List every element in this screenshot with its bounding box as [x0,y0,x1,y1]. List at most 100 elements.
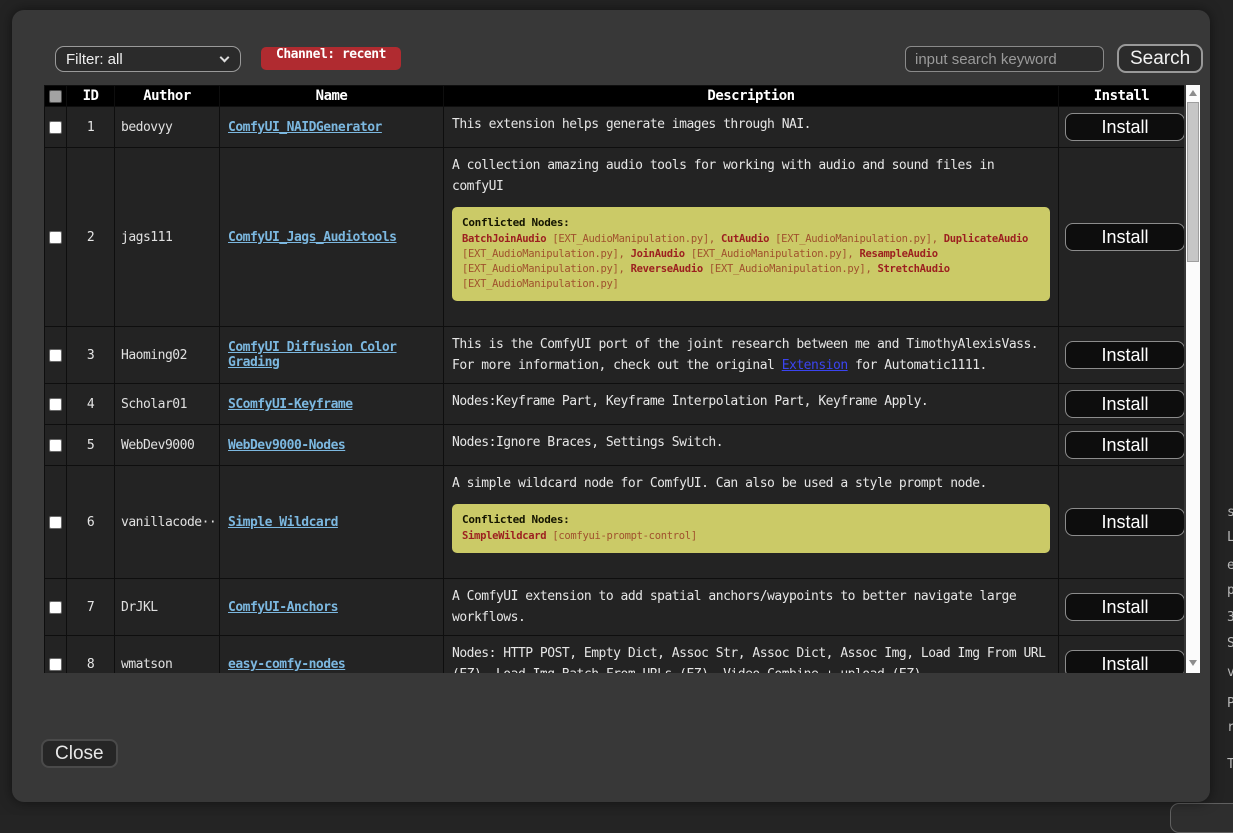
select-all-checkbox[interactable] [49,90,62,103]
row-checkbox-cell [45,148,67,327]
extension-name-link[interactable]: ComfyUI_Jags_Audiotools [228,230,397,245]
background-text-fragment: S [1227,636,1233,651]
select-all-cell [45,86,67,107]
conflict-title: Conflicted Nodes: [462,512,1040,527]
row-description: Nodes:Keyframe Part, Keyframe Interpolat… [444,384,1059,425]
background-text-fragment: 3 [1227,610,1233,625]
row-name-cell: ComfyUI Diffusion Color Grading [220,327,444,384]
row-id: 7 [67,579,115,636]
conflict-source-file: [comfyui-prompt-control] [546,530,697,542]
row-checkbox-cell [45,579,67,636]
row-checkbox-cell [45,466,67,579]
table-row: 8wmatsoneasy-comfy-nodesNodes: HTTP POST… [45,636,1185,674]
background-text-fragment: p [1227,583,1233,598]
scrollbar-thumb[interactable] [1187,102,1199,262]
background-partial-button[interactable] [1170,803,1233,833]
scroll-down-button[interactable] [1186,657,1200,670]
conflict-node-name: StretchAudio [878,263,950,275]
table-row: 5WebDev9000WebDev9000-NodesNodes:Ignore … [45,425,1185,466]
install-button[interactable]: Install [1065,390,1184,418]
row-install-cell: Install [1059,384,1185,425]
conflict-node-name: SimpleWildcard [462,530,546,542]
conflict-node-name: ReverseAudio [631,263,703,275]
conflict-list: BatchJoinAudio [EXT_AudioManipulation.py… [462,232,1040,292]
row-author: WebDev9000 [115,425,220,466]
conflict-source-file: [EXT_AudioManipulation.py] [462,278,619,290]
extension-name-link[interactable]: ComfyUI_NAIDGenerator [228,120,382,135]
conflict-source-file: [EXT_AudioManipulation.py], [685,248,860,260]
row-author: Haoming02 [115,327,220,384]
custom-nodes-dialog: Filter: all Channel: recent Search ID Au… [12,10,1210,802]
install-button[interactable]: Install [1065,431,1184,459]
table-row: 6vanillacode···Simple WildcardA simple w… [45,466,1185,579]
conflict-source-file: [EXT_AudioManipulation.py], [462,263,631,275]
row-checkbox[interactable] [49,349,62,362]
row-checkbox[interactable] [49,121,62,134]
conflict-list: SimpleWildcard [comfyui-prompt-control] [462,529,1040,544]
search-input[interactable] [905,46,1104,72]
row-name-cell: WebDev9000-Nodes [220,425,444,466]
table-row: 4Scholar01SComfyUI-KeyframeNodes:Keyfram… [45,384,1185,425]
conflict-node-name: DuplicateAudio [944,233,1028,245]
row-checkbox-cell [45,327,67,384]
row-name-cell: easy-comfy-nodes [220,636,444,674]
install-button[interactable]: Install [1065,113,1184,141]
row-install-cell: Install [1059,579,1185,636]
row-name-cell: Simple Wildcard [220,466,444,579]
row-checkbox[interactable] [49,398,62,411]
close-button[interactable]: Close [41,739,118,768]
row-id: 1 [67,107,115,148]
row-id: 4 [67,384,115,425]
filter-select[interactable]: Filter: all [55,46,241,72]
description-link[interactable]: Extension [782,358,848,373]
row-checkbox[interactable] [49,439,62,452]
row-id: 2 [67,148,115,327]
search-button[interactable]: Search [1117,44,1203,73]
conflicted-nodes-warning: Conflicted Nodes: SimpleWildcard [comfyui… [452,504,1050,553]
row-author: jags111 [115,148,220,327]
extension-name-link[interactable]: Simple Wildcard [228,515,338,530]
row-checkbox[interactable] [49,231,62,244]
row-checkbox-cell [45,384,67,425]
extension-table: ID Author Name Description Install 1bedo… [44,85,1200,673]
install-button[interactable]: Install [1065,341,1184,369]
row-name-cell: ComfyUI_NAIDGenerator [220,107,444,148]
background-text-fragment: e [1227,558,1233,573]
table-scroll-area[interactable]: ID Author Name Description Install 1bedo… [44,85,1184,673]
col-header-install: Install [1059,86,1185,107]
row-checkbox[interactable] [49,601,62,614]
install-button[interactable]: Install [1065,593,1184,621]
row-description: A simple wildcard node for ComfyUI. Can … [444,466,1059,579]
row-install-cell: Install [1059,107,1185,148]
table-row: 2jags111ComfyUI_Jags_AudiotoolsA collect… [45,148,1185,327]
extension-name-link[interactable]: ComfyUI-Anchors [228,600,338,615]
extension-name-link[interactable]: ComfyUI Diffusion Color Grading [228,340,397,370]
row-checkbox[interactable] [49,658,62,671]
install-button[interactable]: Install [1065,508,1184,536]
background-text-fragment: r [1227,720,1233,735]
row-install-cell: Install [1059,466,1185,579]
install-button[interactable]: Install [1065,223,1184,251]
install-button[interactable]: Install [1065,650,1184,673]
extension-name-link[interactable]: easy-comfy-nodes [228,657,345,672]
col-header-name: Name [220,86,444,107]
row-description: Nodes: HTTP POST, Empty Dict, Assoc Str,… [444,636,1059,674]
row-checkbox[interactable] [49,516,62,529]
scrollbar-track[interactable] [1186,85,1200,673]
table-row: 7DrJKLComfyUI-AnchorsA ComfyUI extension… [45,579,1185,636]
row-description: This extension helps generate images thr… [444,107,1059,148]
extension-name-link[interactable]: SComfyUI-Keyframe [228,397,353,412]
row-id: 3 [67,327,115,384]
row-name-cell: ComfyUI-Anchors [220,579,444,636]
scroll-up-button[interactable] [1186,87,1200,100]
row-install-cell: Install [1059,327,1185,384]
conflicted-nodes-warning: Conflicted Nodes:BatchJoinAudio [EXT_Aud… [452,207,1050,301]
table-header-row: ID Author Name Description Install [45,86,1185,107]
row-id: 8 [67,636,115,674]
row-install-cell: Install [1059,148,1185,327]
background-text-fragment: s [1227,505,1233,520]
conflict-source-file: [EXT_AudioManipulation.py], [769,233,944,245]
row-checkbox-cell [45,425,67,466]
extension-name-link[interactable]: WebDev9000-Nodes [228,438,345,453]
background-text-fragment: P [1227,696,1233,711]
